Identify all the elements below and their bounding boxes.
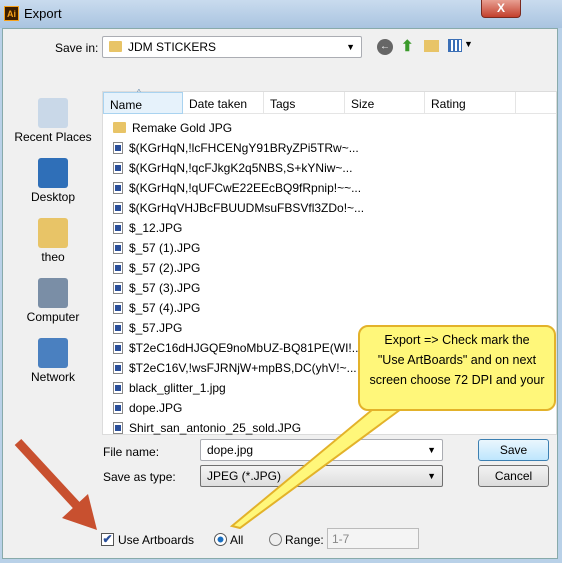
callout-line: Export => Check mark the: [384, 333, 530, 347]
annotation-overlay: [14, 394, 424, 530]
callout-line: "Use ArtBoards" and on next: [377, 353, 537, 367]
callout-pointer: [229, 394, 424, 530]
callout-line: screen choose 72 DPI and your: [369, 373, 545, 387]
instruction-callout: Export => Check mark the "Use ArtBoards"…: [358, 325, 556, 411]
